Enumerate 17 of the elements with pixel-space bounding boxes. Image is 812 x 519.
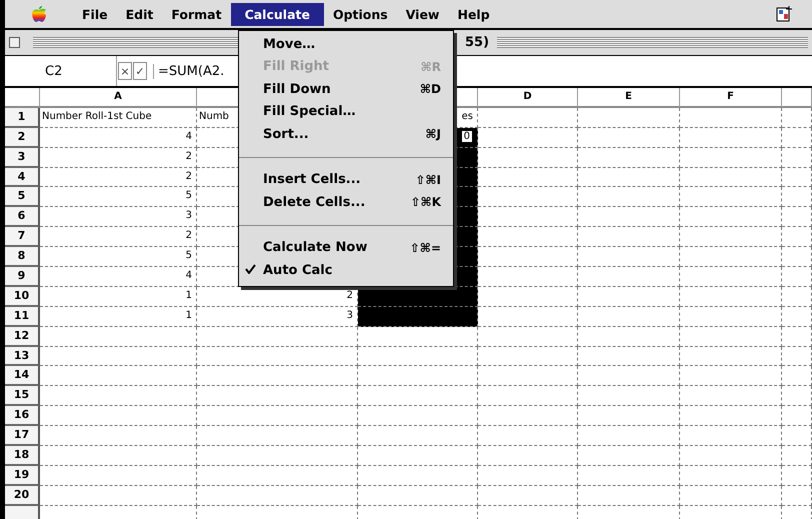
menu-item-label: Sort... [263, 126, 310, 142]
keyboard-shortcut: ⌘R [420, 60, 441, 74]
menu-item-label: Move… [263, 36, 316, 52]
menu-item-label: Insert Cells... [263, 172, 362, 188]
menu-item-label: Auto Calc [263, 262, 334, 278]
cell-reference: C2 [5, 56, 117, 86]
keyboard-shortcut: ⇧⌘= [410, 240, 441, 255]
keyboard-shortcut: ⌘J [425, 127, 441, 142]
menu-item-label: Calculate Now [263, 240, 368, 256]
menu-item-label: Fill Down [263, 82, 332, 97]
keyboard-shortcut: ⇧⌘K [410, 195, 441, 210]
menu-item-label: Delete Cells... [263, 194, 366, 210]
menu-item-label: Fill Special… [263, 104, 357, 120]
keyboard-shortcut: ⇧⌘I [415, 172, 441, 187]
window-title: 55) [464, 35, 490, 50]
keyboard-shortcut: ⌘D [420, 82, 441, 96]
menu-item-label: Fill Right [263, 59, 330, 74]
